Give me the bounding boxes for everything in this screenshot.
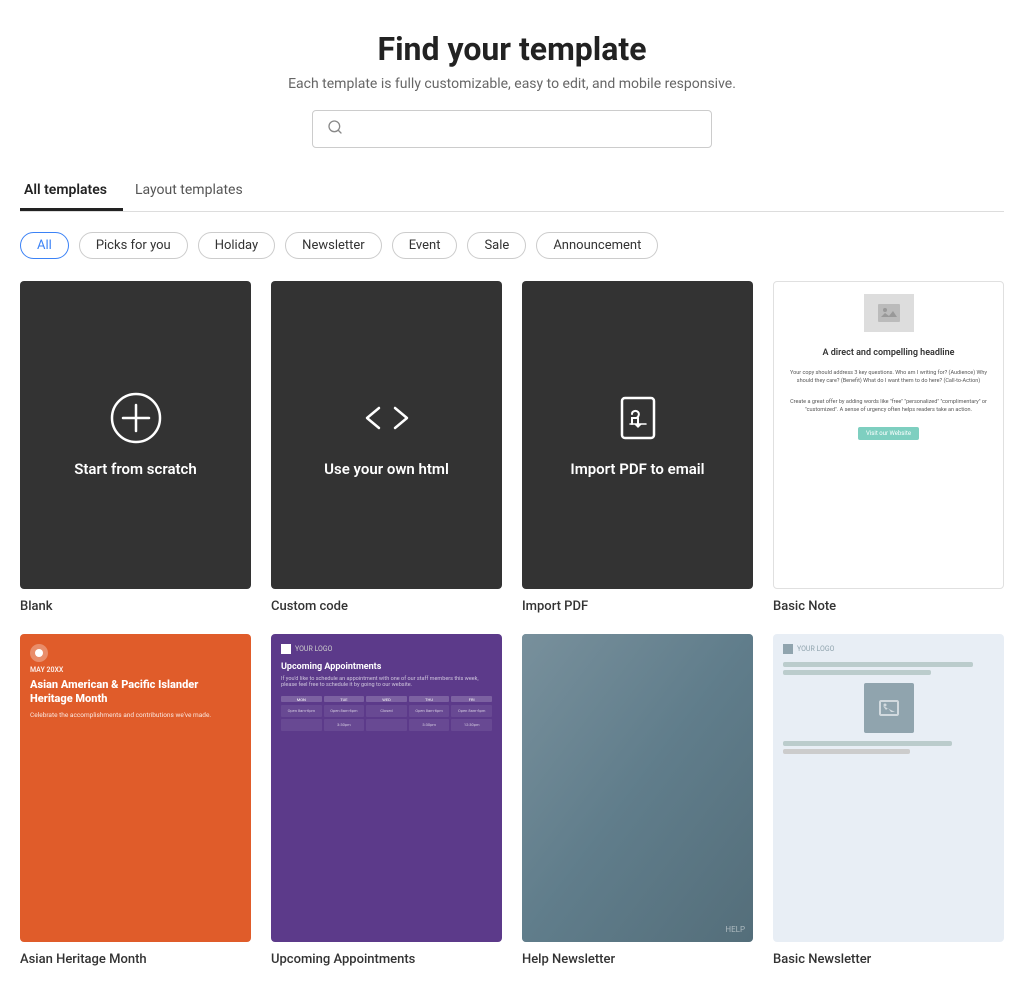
help-photo-name: Help Newsletter (522, 952, 753, 967)
filter-chip-sale[interactable]: Sale (467, 232, 526, 259)
orange-card-inner: MAY 20XX Asian American & Pacific Island… (20, 634, 251, 942)
template-help-photo[interactable]: HELP Help Newsletter (522, 634, 753, 967)
custom-code-thumbnail: Use your own html (271, 281, 502, 589)
asian-heritage-thumbnail: MAY 20XX Asian American & Pacific Island… (20, 634, 251, 942)
templates-row-2: MAY 20XX Asian American & Pacific Island… (20, 634, 1004, 967)
template-basic-note[interactable]: A direct and compelling headline Your co… (773, 281, 1004, 614)
help-photo-thumbnail: HELP (522, 634, 753, 942)
light-blue-thumbnail: YOUR LOGO (773, 634, 1004, 942)
row2-fri: 12:30pm (451, 719, 492, 731)
import-pdf-name: Import PDF (522, 599, 753, 614)
day-wed: WED (366, 696, 407, 702)
import-pdf-label: Import PDF to email (570, 460, 704, 478)
template-blank[interactable]: Start from scratch Blank (20, 281, 251, 614)
row1-fri: Open 8am-6pm (451, 705, 492, 717)
light-card-inner: YOUR LOGO (773, 634, 1004, 942)
light-logo-area: YOUR LOGO (783, 644, 994, 654)
custom-code-name: Custom code (271, 599, 502, 614)
filter-chip-newsletter[interactable]: Newsletter (285, 232, 382, 259)
light-line-1 (783, 662, 973, 667)
light-line-3 (783, 741, 952, 746)
template-import-pdf[interactable]: Import PDF to email Import PDF (522, 281, 753, 614)
purple-table-header: MON TUE WED THU FRI (281, 696, 492, 702)
search-icon (327, 119, 343, 139)
tabs-container: All templates Layout templates (20, 172, 1004, 212)
header: Find your template Each template is full… (20, 30, 1004, 148)
custom-code-label: Use your own html (324, 460, 449, 478)
purple-subtext: If you'd like to schedule an appointment… (281, 676, 492, 688)
day-tue: TUE (324, 696, 365, 702)
filter-chips: All Picks for you Holiday Newsletter Eve… (20, 232, 1004, 259)
basic-note-inner-body: Your copy should address 3 key questions… (786, 369, 991, 386)
filter-chip-event[interactable]: Event (392, 232, 458, 259)
row2-tue: 3:30pm (324, 719, 365, 731)
blank-thumbnail: Start from scratch (20, 281, 251, 589)
row2-mon (281, 719, 322, 731)
orange-subtitle: Celebrate the accomplishments and contri… (30, 711, 241, 719)
basic-note-thumbnail: A direct and compelling headline Your co… (773, 281, 1004, 589)
row2-wed (366, 719, 407, 731)
purple-card-inner: YOUR LOGO Upcoming Appointments If you'd… (271, 634, 502, 942)
photo-inner: HELP (522, 634, 753, 942)
appointments-name: Upcoming Appointments (271, 952, 502, 967)
tab-layout-templates[interactable]: Layout templates (131, 172, 259, 211)
page-subtitle: Each template is fully customizable, eas… (20, 76, 1004, 92)
row1-wed: Closed (366, 705, 407, 717)
purple-logo-square (281, 644, 291, 654)
template-appointments[interactable]: YOUR LOGO Upcoming Appointments If you'd… (271, 634, 502, 967)
row1-mon: Open 8am-6pm (281, 705, 322, 717)
page-title: Find your template (20, 30, 1004, 68)
template-asian-heritage[interactable]: MAY 20XX Asian American & Pacific Island… (20, 634, 251, 967)
search-box (312, 110, 712, 148)
asian-heritage-name: Asian Heritage Month (20, 952, 251, 967)
filter-chip-announcement[interactable]: Announcement (536, 232, 658, 259)
row2-thu: 3:30pm (409, 719, 450, 731)
basic-note-name: Basic Note (773, 599, 1004, 614)
page-container: Find your template Each template is full… (0, 0, 1024, 1007)
light-blue-name: Basic Newsletter (773, 952, 1004, 967)
purple-row-2: 3:30pm 3:30pm 12:30pm (281, 719, 492, 731)
plus-circle-icon (110, 392, 162, 448)
blank-name: Blank (20, 599, 251, 614)
templates-row-1: Start from scratch Blank Use your own ht… (20, 281, 1004, 614)
purple-heading: Upcoming Appointments (281, 662, 492, 672)
blank-label: Start from scratch (74, 460, 197, 478)
code-icon (361, 392, 413, 448)
purple-row-1: Open 8am-6pm Open 8am-6pm Closed Open 8a… (281, 705, 492, 717)
light-line-4 (783, 749, 910, 754)
purple-table: MON TUE WED THU FRI Open 8am-6pm Open 8a… (281, 696, 492, 731)
filter-chip-picks[interactable]: Picks for you (79, 232, 188, 259)
filter-chip-holiday[interactable]: Holiday (198, 232, 275, 259)
purple-logo-text: YOUR LOGO (295, 645, 332, 653)
orange-date: MAY 20XX (30, 666, 241, 674)
basic-note-image-placeholder (864, 294, 914, 332)
appointments-thumbnail: YOUR LOGO Upcoming Appointments If you'd… (271, 634, 502, 942)
photo-help-label: HELP (530, 925, 745, 934)
day-mon: MON (281, 696, 322, 702)
day-thu: THU (409, 696, 450, 702)
orange-title: Asian American & Pacific Islander Herita… (30, 678, 241, 707)
import-pdf-thumbnail: Import PDF to email (522, 281, 753, 589)
light-logo-text: YOUR LOGO (797, 645, 834, 653)
file-pdf-icon (612, 392, 664, 448)
basic-note-button: Visit our Website (858, 427, 919, 440)
day-fri: FRI (451, 696, 492, 702)
tab-all-templates[interactable]: All templates (20, 172, 123, 211)
basic-note-inner-body2: Create a great offer by adding words lik… (786, 398, 991, 415)
template-custom-code[interactable]: Use your own html Custom code (271, 281, 502, 614)
light-logo-square (783, 644, 793, 654)
row1-thu: Open 8am-6pm (409, 705, 450, 717)
light-line-2 (783, 670, 931, 675)
orange-icon (30, 644, 48, 662)
search-input[interactable] (351, 121, 697, 137)
template-logo-light[interactable]: YOUR LOGO Basic Newsletter (773, 634, 1004, 967)
filter-chip-all[interactable]: All (20, 232, 69, 259)
basic-note-inner-title: A direct and compelling headline (786, 348, 991, 358)
search-container (20, 110, 1004, 148)
light-img-placeholder (864, 683, 914, 733)
purple-logo-area: YOUR LOGO (281, 644, 492, 654)
row1-tue: Open 8am-6pm (324, 705, 365, 717)
